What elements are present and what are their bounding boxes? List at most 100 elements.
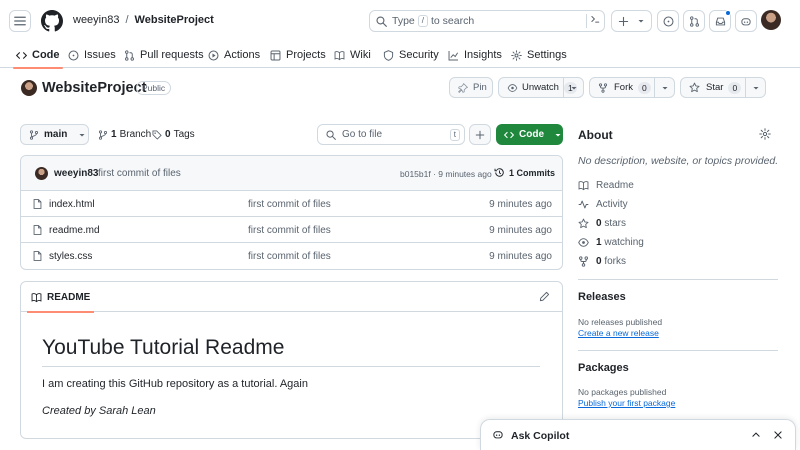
code-clone-button[interactable]: Code — [496, 124, 563, 145]
about-forks-link[interactable]: 0 forks — [578, 256, 626, 267]
history-icon — [494, 168, 504, 177]
file-name[interactable]: readme.md — [49, 225, 100, 236]
breadcrumb-owner[interactable]: weeyin83 — [73, 14, 119, 26]
fork-icon — [598, 82, 608, 93]
plus-icon — [475, 130, 485, 139]
git-pull-request-icon — [689, 15, 699, 27]
shield-icon — [383, 49, 394, 61]
tab-code[interactable]: Code — [13, 42, 62, 69]
tab-security[interactable]: Security — [383, 42, 439, 68]
pencil-icon[interactable] — [539, 291, 550, 302]
star-icon — [689, 82, 700, 93]
file-commit-date: 9 minutes ago — [489, 225, 552, 236]
eye-icon — [507, 83, 518, 92]
search-shortcut-key: / — [417, 15, 428, 27]
tab-pull-requests[interactable]: Pull requests — [124, 42, 204, 68]
code-icon — [16, 51, 27, 59]
close-icon[interactable] — [773, 430, 783, 440]
global-search-input[interactable]: Type / to search — [369, 10, 605, 32]
notification-indicator — [725, 10, 731, 16]
user-avatar[interactable] — [761, 10, 781, 30]
pull-request-icon — [125, 49, 134, 61]
branch-selector[interactable]: main — [20, 124, 89, 145]
branch-label: Branch — [119, 129, 152, 140]
chevron-up-icon[interactable] — [751, 430, 761, 440]
file-row[interactable]: styles.css first commit of files 9 minut… — [21, 243, 562, 269]
about-activity-link[interactable]: Activity — [578, 199, 628, 210]
tab-actions[interactable]: Actions — [208, 42, 260, 68]
file-commit-message[interactable]: first commit of files — [248, 225, 331, 236]
tab-readme[interactable]: README — [26, 282, 95, 313]
tab-wiki[interactable]: Wiki — [334, 42, 371, 68]
watching-label: watching — [604, 237, 644, 248]
repo-title[interactable]: WebsiteProject — [42, 80, 147, 96]
add-file-button[interactable] — [469, 124, 491, 145]
watch-dropdown[interactable] — [563, 78, 583, 97]
github-logo-icon[interactable] — [41, 10, 63, 32]
file-commit-message[interactable]: first commit of files — [248, 251, 331, 262]
create-release-link[interactable]: Create a new release — [578, 328, 659, 338]
commit-author[interactable]: weeyin83 — [54, 168, 98, 179]
watching-count: 1 — [596, 237, 602, 248]
releases-note: No releases published — [578, 317, 663, 327]
fork-dropdown[interactable] — [654, 78, 674, 97]
branch-count: 1 — [111, 129, 117, 140]
tab-settings[interactable]: Settings — [511, 42, 567, 68]
breadcrumb-repo[interactable]: WebsiteProject — [135, 14, 214, 26]
tab-issues[interactable]: Issues — [68, 42, 116, 68]
issues-button[interactable] — [657, 10, 679, 32]
go-to-file-input[interactable]: Go to file t — [317, 124, 465, 145]
file-name[interactable]: styles.css — [49, 251, 92, 262]
star-button[interactable]: Star 0 — [680, 77, 766, 98]
owner-avatar[interactable] — [21, 80, 37, 96]
about-watching-link[interactable]: 1 watching — [578, 237, 644, 248]
stars-count: 0 — [596, 218, 602, 229]
about-readme-link[interactable]: Readme — [578, 180, 634, 191]
latest-commit-bar: weeyin83 first commit of files b015b1f ·… — [21, 156, 562, 191]
git-branch-icon — [98, 129, 108, 140]
sidebar-divider — [578, 350, 778, 351]
copilot-chat-bar[interactable]: Ask Copilot — [480, 419, 796, 450]
search-icon — [376, 15, 387, 27]
commit-history-link[interactable]: 1 Commits — [494, 167, 555, 178]
gear-icon[interactable] — [759, 128, 771, 140]
repo-tabs: Code Issues Pull requests Actions Projec… — [0, 42, 800, 69]
star-count: 0 — [728, 81, 742, 94]
tab-label: Projects — [286, 49, 326, 61]
go-to-file-placeholder: Go to file — [342, 129, 383, 140]
commit-message[interactable]: first commit of files — [98, 168, 181, 179]
publish-package-link[interactable]: Publish your first package — [578, 398, 675, 408]
copilot-button[interactable] — [735, 10, 757, 32]
triangle-down-icon — [753, 86, 758, 89]
readme-paragraph: I am creating this GitHub repository as … — [42, 378, 308, 390]
pin-button[interactable]: Pin — [449, 77, 493, 98]
tags-link[interactable]: 0 Tags — [152, 129, 195, 140]
star-dropdown[interactable] — [745, 78, 765, 97]
pulse-icon — [578, 200, 589, 209]
about-stars-link[interactable]: 0 stars — [578, 218, 626, 229]
commit-author-avatar[interactable] — [35, 167, 48, 180]
command-palette-icon[interactable] — [586, 14, 600, 28]
tab-label: Settings — [527, 49, 567, 61]
tab-insights[interactable]: Insights — [448, 42, 502, 68]
create-new-button[interactable] — [611, 10, 652, 32]
commit-hash-time[interactable]: b015b1f · 9 minutes ago — [400, 169, 492, 179]
tab-label: Issues — [84, 49, 116, 61]
fork-button[interactable]: Fork 0 — [589, 77, 675, 98]
pull-requests-button[interactable] — [683, 10, 705, 32]
file-commit-message[interactable]: first commit of files — [248, 199, 331, 210]
tab-label: Wiki — [350, 49, 371, 61]
tab-projects[interactable]: Projects — [270, 42, 326, 68]
copilot-icon — [493, 431, 503, 439]
packages-heading[interactable]: Packages — [578, 362, 629, 374]
triangle-down-icon — [571, 86, 576, 89]
file-name[interactable]: index.html — [49, 199, 95, 210]
readme-author-line: Created by Sarah Lean — [42, 405, 156, 417]
menu-button[interactable] — [9, 10, 31, 32]
branches-link[interactable]: 1 Branch — [98, 129, 151, 140]
triangle-down-icon — [662, 86, 667, 89]
watch-button[interactable]: Unwatch 1 — [498, 77, 584, 98]
file-row[interactable]: index.html first commit of files 9 minut… — [21, 191, 562, 217]
releases-heading[interactable]: Releases — [578, 291, 626, 303]
file-row[interactable]: readme.md first commit of files 9 minute… — [21, 217, 562, 243]
